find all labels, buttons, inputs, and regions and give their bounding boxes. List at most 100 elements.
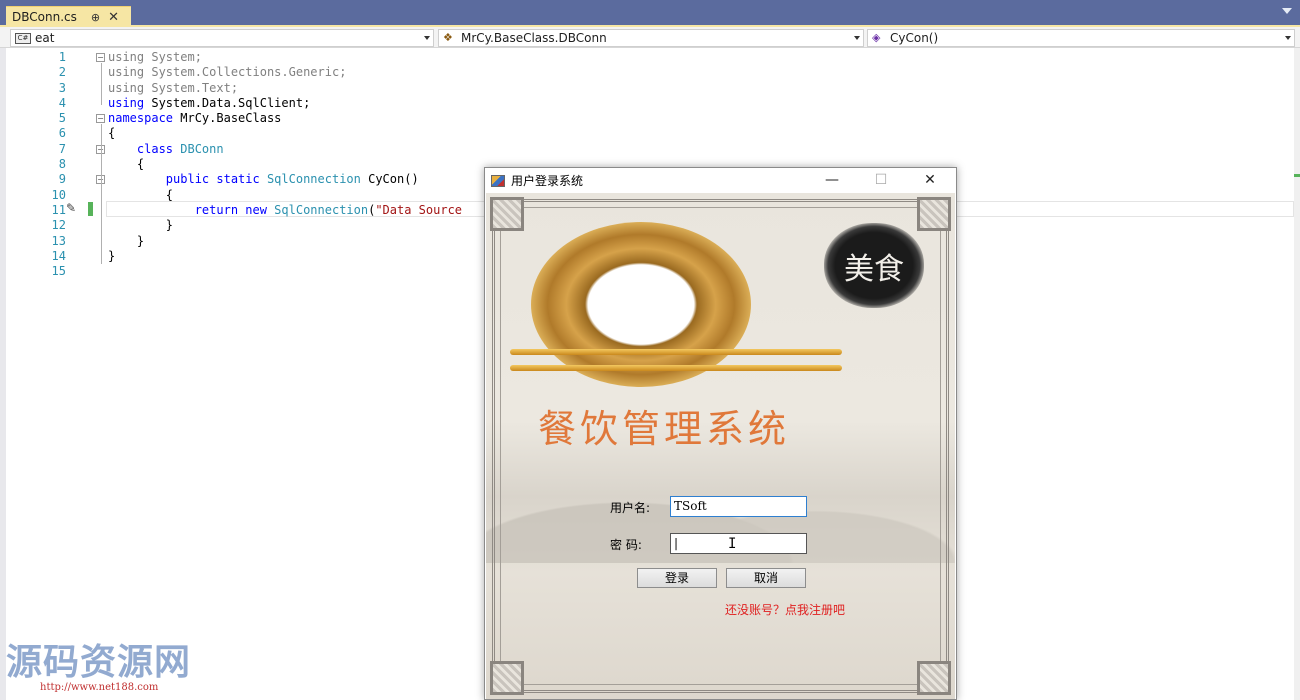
code-line[interactable]: { — [108, 126, 462, 141]
watermark-logo: 源码资源网 — [6, 642, 192, 683]
code-token: using — [108, 95, 145, 110]
register-link[interactable]: 还没账号？点我注册吧 — [725, 601, 845, 618]
code-token: class — [108, 141, 181, 156]
change-indicator — [88, 202, 93, 216]
class-dropdown-value: MrCy.BaseClass.DBConn — [461, 31, 607, 45]
dialog-title: 用户登录系统 — [511, 174, 584, 188]
code-token: System.Text; — [144, 80, 239, 95]
username-label: 用户名: — [610, 501, 651, 515]
code-token: using — [108, 50, 145, 64]
code-token: System.Data.SqlClient; — [144, 95, 311, 110]
code-token: MrCy.BaseClass — [173, 111, 282, 126]
chevron-down-icon — [854, 36, 860, 40]
code-token: public static — [108, 172, 267, 187]
fold-guide — [101, 124, 102, 264]
chopstick-illustration — [510, 349, 842, 355]
document-tab-strip: DBConn.cs ⊕ ✕ — [0, 0, 1300, 27]
chevron-down-icon[interactable] — [1282, 8, 1292, 14]
code-line[interactable] — [108, 264, 462, 279]
code-line[interactable]: } — [108, 234, 462, 249]
code-token: CyCon() — [360, 172, 419, 187]
line-number: 2 — [58, 65, 66, 80]
code-line[interactable]: } — [108, 249, 462, 264]
brush-icon[interactable]: ✎ — [66, 201, 76, 215]
login-button[interactable]: 登录 — [637, 568, 717, 588]
code-token: } — [108, 218, 174, 233]
code-token: } — [108, 233, 145, 248]
username-input[interactable]: TSoft — [670, 496, 807, 517]
code-line[interactable]: { — [108, 157, 462, 172]
code-line[interactable]: { — [108, 188, 462, 203]
navigation-bar: C# eat ❖ MrCy.BaseClass.DBConn ◈ CyCon() — [0, 27, 1300, 48]
text-cursor-icon: I — [728, 536, 737, 552]
code-line[interactable]: } — [108, 218, 462, 233]
line-number: 13 — [51, 233, 66, 248]
code-token: SqlConnection — [274, 202, 369, 217]
code-line[interactable]: class DBConn — [108, 142, 462, 157]
editor-left-margin — [0, 48, 6, 700]
chevron-down-icon — [1285, 36, 1291, 40]
code-text[interactable]: using System; using System.Collections.Ge… — [108, 50, 462, 279]
code-line[interactable]: public static SqlConnection CyCon() — [108, 172, 462, 187]
frame-corner-ornament — [917, 197, 951, 231]
line-number: 5 — [58, 111, 66, 126]
line-number: 7 — [58, 141, 66, 156]
line-number: 15 — [51, 264, 66, 279]
code-token: return new — [108, 202, 275, 217]
pin-icon[interactable]: ⊕ — [91, 11, 100, 24]
line-number: 14 — [51, 248, 66, 263]
tab-label: DBConn.cs — [12, 10, 77, 24]
seal-text: 美食 — [844, 251, 904, 287]
ink-seal-logo: 美食 — [824, 223, 924, 308]
login-dialog: 用户登录系统 — ☐ ✕ 美食 餐饮管理系统 用户名: TSoft 密 码: |… — [484, 167, 957, 700]
member-dropdown[interactable]: ◈ CyCon() — [867, 29, 1295, 47]
close-icon[interactable]: ✕ — [108, 10, 119, 25]
close-button[interactable]: ✕ — [920, 172, 940, 188]
code-line[interactable]: using System.Collections.Generic; — [108, 65, 462, 80]
code-token: System; — [144, 50, 202, 64]
login-form-background: 美食 餐饮管理系统 用户名: TSoft 密 码: | I 登录 取消 还没账号… — [486, 193, 955, 699]
member-dropdown-value: CyCon() — [890, 31, 939, 45]
collapse-icon[interactable]: − — [96, 53, 105, 62]
project-dropdown-value: eat — [35, 31, 55, 45]
line-number: 4 — [58, 95, 66, 110]
app-title: 餐饮管理系统 — [538, 407, 791, 451]
line-number: 12 — [51, 218, 66, 233]
code-line[interactable]: return new SqlConnection("Data Source — [108, 203, 462, 218]
code-line[interactable]: namespace MrCy.BaseClass — [108, 111, 462, 126]
fold-guide — [101, 63, 102, 105]
dialog-titlebar[interactable]: 用户登录系统 — ☐ ✕ — [485, 168, 956, 193]
line-number: 9 — [58, 172, 66, 187]
method-icon: ◈ — [872, 31, 881, 44]
code-token: DBConn — [180, 141, 224, 156]
line-number: 8 — [58, 157, 66, 172]
vertical-scrollbar[interactable] — [1294, 48, 1300, 700]
line-number-gutter: 1 2 3 4 5 6 7 8 9 10 11 12 13 14 15 — [40, 50, 66, 279]
class-dropdown[interactable]: ❖ MrCy.BaseClass.DBConn — [438, 29, 864, 47]
code-token: using — [108, 80, 145, 95]
code-line[interactable]: using System; — [108, 50, 462, 65]
minimize-button[interactable]: — — [822, 172, 842, 188]
code-line[interactable]: using System.Data.SqlClient; — [108, 96, 462, 111]
line-number: 6 — [58, 126, 66, 141]
project-dropdown[interactable]: C# eat — [10, 29, 434, 47]
watermark-url: http://www.net188.com — [40, 682, 159, 693]
password-input[interactable]: | — [670, 533, 807, 554]
scrollbar-change-marker — [1294, 174, 1300, 177]
code-token: using — [108, 65, 145, 80]
chevron-down-icon — [424, 36, 430, 40]
code-token: "Data Source — [375, 202, 463, 217]
tab-dbconn-cs[interactable]: DBConn.cs ⊕ ✕ — [6, 6, 131, 27]
code-line[interactable]: using System.Text; — [108, 81, 462, 96]
frame-corner-ornament — [490, 661, 524, 695]
collapse-icon[interactable]: − — [96, 114, 105, 123]
cancel-button[interactable]: 取消 — [726, 568, 806, 588]
password-label: 密 码: — [610, 538, 642, 552]
code-token: { — [108, 157, 145, 172]
class-icon: ❖ — [443, 31, 453, 44]
line-number: 1 — [58, 50, 66, 64]
line-number: 11 — [51, 202, 66, 217]
code-token: { — [108, 126, 116, 141]
chopstick-illustration — [510, 365, 842, 371]
maximize-button[interactable]: ☐ — [871, 172, 891, 188]
